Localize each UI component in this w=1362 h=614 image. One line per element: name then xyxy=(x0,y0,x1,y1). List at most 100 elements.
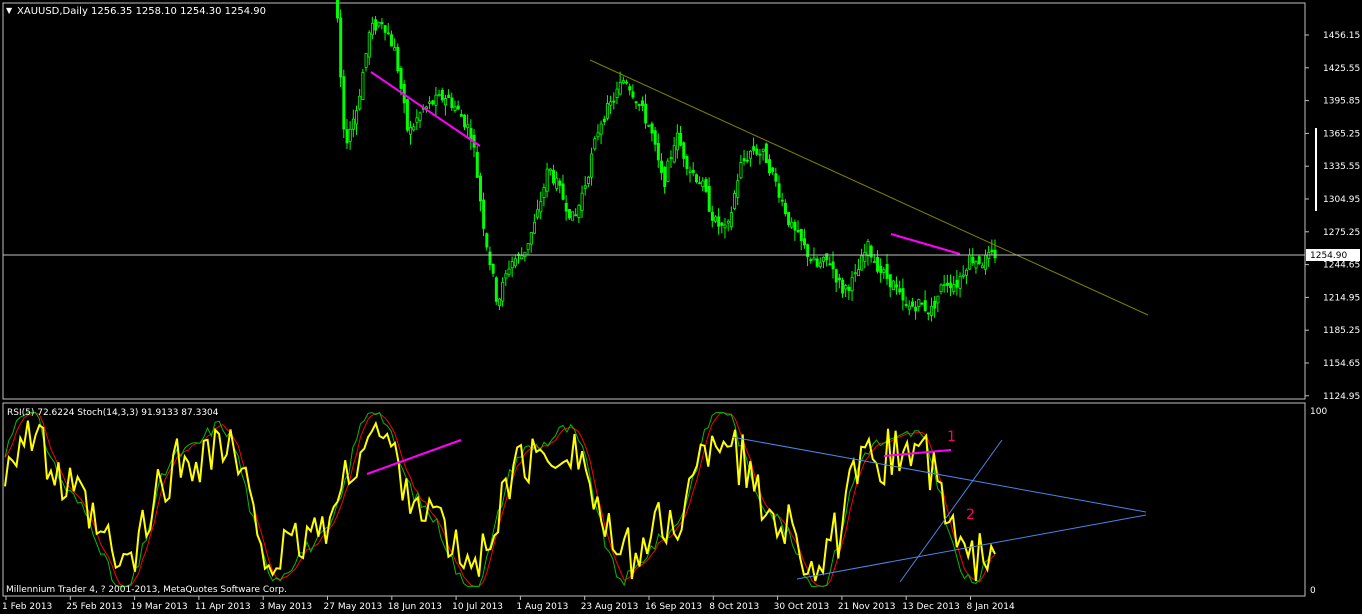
candle-body xyxy=(882,269,886,273)
candle-body xyxy=(872,261,876,263)
copyright-text: Millennium Trader 4, ? 2001-2013, MetaQu… xyxy=(6,585,287,595)
price-tick-label: 1124.95 xyxy=(1323,392,1360,402)
candle-body xyxy=(453,106,457,111)
candle-body xyxy=(663,166,667,188)
candle-body xyxy=(450,97,454,108)
candle-body xyxy=(828,263,832,266)
annotation-label-2: 2 xyxy=(966,507,975,523)
time-tick-label: 25 Feb 2013 xyxy=(66,602,122,612)
candle-body xyxy=(374,19,378,31)
candle-body xyxy=(574,214,578,217)
time-tick-label: 8 Oct 2013 xyxy=(709,602,759,612)
candle-body xyxy=(926,312,930,315)
candle-body xyxy=(536,209,540,218)
candle-body xyxy=(917,299,921,307)
price-tick-label: 1244.65 xyxy=(1323,261,1360,271)
candle-body xyxy=(733,193,737,210)
candle-body xyxy=(336,0,340,19)
candle-body xyxy=(393,47,397,51)
candle-body xyxy=(688,170,692,174)
candle-body xyxy=(879,265,883,274)
candle-body xyxy=(761,148,765,152)
candle-body xyxy=(812,257,816,261)
candle-body xyxy=(834,269,838,283)
candle-body xyxy=(396,46,400,72)
price-tick-label: 1395.85 xyxy=(1323,97,1360,107)
candle-body xyxy=(837,277,841,281)
candle-body xyxy=(815,258,819,267)
candle-body xyxy=(463,114,467,128)
candle-body xyxy=(777,183,781,198)
candle-body xyxy=(475,152,479,178)
candle-body xyxy=(409,126,413,135)
candle-body xyxy=(844,285,848,290)
price-tick-label: 1365.25 xyxy=(1323,129,1360,139)
candle-body xyxy=(923,300,927,311)
indicator-axis-top: 100 xyxy=(1310,407,1327,417)
candle-body xyxy=(596,132,600,138)
candle-body xyxy=(955,279,959,288)
candle-body xyxy=(682,142,686,159)
candle-body xyxy=(907,305,911,310)
candle-body xyxy=(968,254,972,270)
candle-body xyxy=(774,173,778,182)
candle-body xyxy=(504,273,508,279)
candle-body xyxy=(958,275,962,289)
candle-body xyxy=(386,32,390,35)
candle-body xyxy=(653,130,657,145)
candle-body xyxy=(710,211,714,221)
time-tick-label: 3 May 2013 xyxy=(259,602,312,612)
candle-body xyxy=(507,268,511,275)
candle-body xyxy=(380,22,384,25)
candle-body xyxy=(482,199,486,229)
candle-body xyxy=(984,254,988,270)
indicator-header: RSI(5) 72.6224 Stoch(14,3,3) 91.9133 87.… xyxy=(7,408,219,418)
candle-body xyxy=(634,101,638,104)
candle-body xyxy=(615,88,619,99)
candle-body xyxy=(768,159,772,174)
candle-body xyxy=(755,148,759,155)
price-panel-frame xyxy=(2,2,1306,400)
candle-body xyxy=(701,180,705,188)
candle-body xyxy=(494,277,498,302)
candle-body xyxy=(456,105,460,110)
candle-body xyxy=(491,263,495,274)
candle-body xyxy=(345,129,349,144)
candle-body xyxy=(628,86,632,91)
candle-body xyxy=(822,256,826,262)
candle-body xyxy=(561,183,565,200)
candle-body xyxy=(831,261,835,270)
time-axis: 1 Feb 2013 25 Feb 2013 19 Mar 2013 11 Apr 2… xyxy=(2,596,1015,612)
time-tick-label: 13 Dec 2013 xyxy=(902,602,960,612)
candle-body xyxy=(599,123,603,135)
trading-chart[interactable]: 1 2 ▼ XAUUSD,Daily 1256.35 1258.10 1254.… xyxy=(0,0,1362,614)
candle-body xyxy=(952,284,956,293)
candle-body xyxy=(364,53,368,68)
time-tick-label: 8 Jan 2014 xyxy=(967,602,1015,612)
candle-body xyxy=(933,300,937,309)
candle-body xyxy=(796,229,800,233)
candle-body xyxy=(552,170,556,184)
candle-body xyxy=(904,304,908,306)
candle-body xyxy=(977,256,981,264)
price-tick-label: 1185.25 xyxy=(1323,326,1360,336)
candle-body xyxy=(339,17,343,78)
candle-body xyxy=(437,94,441,97)
candle-body xyxy=(694,174,698,183)
price-tick-label: 1275.25 xyxy=(1323,228,1360,238)
candle-body xyxy=(640,100,644,106)
candle-body xyxy=(545,168,549,192)
candle-body xyxy=(748,150,752,159)
candle-body xyxy=(790,221,794,228)
candle-body xyxy=(666,160,670,182)
candle-body xyxy=(942,284,946,286)
candle-body xyxy=(358,95,362,110)
time-tick-label: 11 Apr 2013 xyxy=(195,602,251,612)
symbol-dropdown-icon[interactable]: ▼ xyxy=(6,6,13,15)
candle-body xyxy=(965,269,969,276)
candle-body xyxy=(714,216,718,222)
candle-body xyxy=(993,249,997,259)
candle-body xyxy=(644,103,648,124)
candle-body xyxy=(891,280,895,291)
candle-body xyxy=(542,187,546,198)
